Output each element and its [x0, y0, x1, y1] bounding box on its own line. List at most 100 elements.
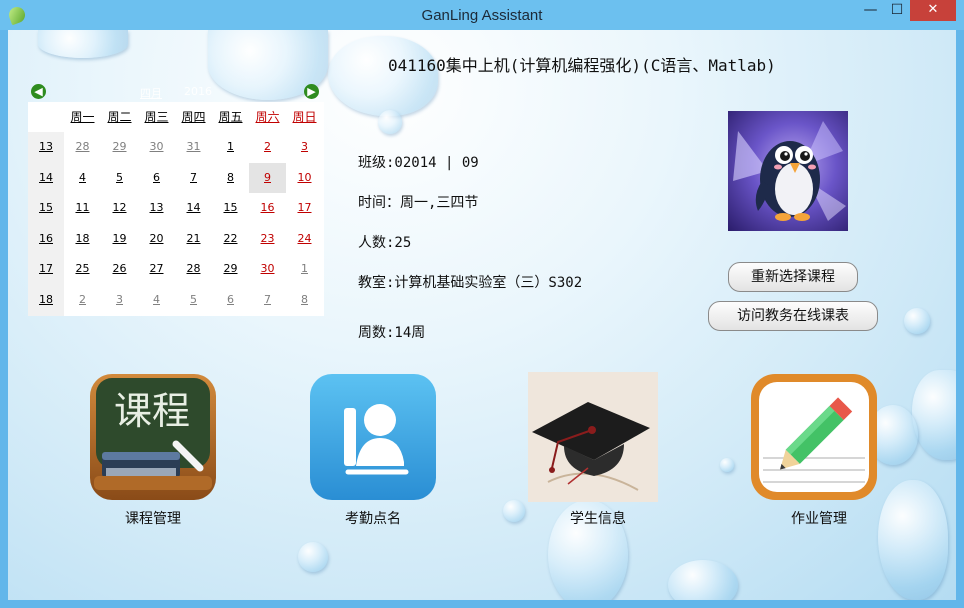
calendar-day[interactable]: 6 — [138, 163, 175, 193]
minimize-button[interactable]: — — [857, 0, 884, 21]
calendar-day[interactable]: 30 — [249, 254, 286, 284]
water-drop-decoration — [912, 370, 956, 460]
calendar-day[interactable]: 28 — [64, 132, 101, 162]
calendar-day[interactable]: 12 — [101, 193, 138, 223]
weeks-info: 周数:14周 — [358, 325, 426, 341]
calendar-day[interactable]: 5 — [101, 163, 138, 193]
calendar-day[interactable]: 3 — [286, 132, 323, 162]
calendar-day[interactable]: 29 — [101, 132, 138, 162]
calendar-day[interactable]: 24 — [286, 224, 323, 254]
water-drop-decoration — [378, 110, 402, 134]
calendar-month[interactable]: 四月 — [140, 85, 162, 101]
course-management-label[interactable]: 课程管理 — [83, 508, 223, 528]
window-title: GanLing Assistant — [421, 7, 543, 24]
calendar-day[interactable]: 13 — [138, 193, 175, 223]
calendar-day[interactable]: 31 — [175, 132, 212, 162]
week-number: 13 — [39, 140, 53, 153]
graduation-cap-icon — [528, 372, 658, 502]
weekday-header: 周五 — [218, 110, 243, 124]
calendar-day[interactable]: 2 — [249, 132, 286, 162]
water-drop-decoration — [904, 308, 930, 334]
calendar-day[interactable]: 28 — [175, 254, 212, 284]
calendar-day[interactable]: 4 — [138, 285, 175, 315]
water-drop-decoration — [298, 542, 328, 572]
chalkboard-icon: 课程 — [90, 374, 216, 500]
calendar-day[interactable]: 20 — [138, 224, 175, 254]
calendar-day[interactable]: 7 — [249, 285, 286, 315]
avatar[interactable] — [728, 111, 848, 231]
calendar-day[interactable]: 17 — [286, 193, 323, 223]
calendar-day[interactable]: 3 — [101, 285, 138, 315]
water-drop-decoration — [878, 480, 948, 600]
calendar-day[interactable]: 21 — [175, 224, 212, 254]
water-drop-decoration — [668, 560, 738, 600]
calendar-year[interactable]: 2016 — [184, 85, 212, 98]
water-drop-decoration — [503, 500, 525, 522]
attendance-user-icon — [310, 374, 436, 500]
weekday-header: 周一 — [70, 110, 95, 124]
calendar-day[interactable]: 18 — [64, 224, 101, 254]
maximize-button[interactable]: ☐ — [884, 0, 910, 21]
week-number: 15 — [39, 201, 53, 215]
pencil-notepad-icon — [751, 374, 877, 500]
calendar-day[interactable]: 7 — [175, 163, 212, 193]
calendar-day[interactable]: 1 — [212, 132, 249, 162]
calendar-day[interactable]: 4 — [64, 163, 101, 193]
water-drop-decoration — [328, 36, 438, 116]
homework-tile[interactable] — [749, 372, 879, 502]
calendar-header: ◀ 四月 2016 ▶ — [28, 82, 324, 102]
online-schedule-button[interactable]: 访问教务在线课表 — [708, 301, 878, 331]
water-drop-decoration — [38, 30, 128, 58]
attendance-tile[interactable] — [308, 372, 438, 502]
weekday-header: 周四 — [181, 110, 206, 124]
classroom-info: 教室:计算机基础实验室（三）S302 — [358, 275, 583, 291]
calendar-day[interactable]: 8 — [286, 285, 323, 315]
calendar-day[interactable]: 5 — [175, 285, 212, 315]
attendance-label[interactable]: 考勤点名 — [303, 508, 443, 528]
month-calendar[interactable]: 周一 周二 周三 周四 周五 周六 周日 13 28 29 30 31 1 2 3 14 4 5 6 7 8 9 10 15 1… — [28, 102, 324, 316]
weekday-header: 周六 — [255, 110, 280, 124]
week-number: 14 — [39, 170, 53, 184]
calendar-day[interactable]: 8 — [212, 163, 249, 193]
calendar-day[interactable]: 26 — [101, 254, 138, 284]
calendar-day[interactable]: 1 — [286, 254, 323, 284]
calendar-day[interactable]: 19 — [101, 224, 138, 254]
calendar-day[interactable]: 23 — [249, 224, 286, 254]
weekday-header: 周日 — [292, 110, 317, 124]
calendar-day[interactable]: 16 — [249, 193, 286, 223]
calendar-day[interactable]: 14 — [175, 193, 212, 223]
week-number: 16 — [39, 231, 53, 245]
calendar-prev-month-button[interactable]: ◀ — [31, 84, 46, 99]
calendar-day[interactable]: 6 — [212, 285, 249, 315]
main-panel: 041160集中上机(计算机编程强化)(C语言、Matlab) ◀ 四月 201… — [8, 30, 956, 600]
reselect-course-button[interactable]: 重新选择课程 — [728, 262, 858, 292]
calendar-day[interactable]: 9 — [249, 162, 286, 193]
weekday-header: 周三 — [144, 110, 169, 124]
weekday-header: 周二 — [107, 110, 132, 124]
penguin-avatar-icon — [733, 121, 846, 221]
homework-label[interactable]: 作业管理 — [749, 508, 889, 528]
calendar-day[interactable]: 11 — [64, 193, 101, 223]
calendar-day[interactable]: 29 — [212, 254, 249, 284]
course-title: 041160集中上机(计算机编程强化)(C语言、Matlab) — [388, 56, 776, 75]
week-number: 17 — [39, 262, 53, 276]
class-info: 班级:02014 | 09 — [358, 155, 479, 171]
calendar-day[interactable]: 10 — [286, 163, 323, 193]
time-info: 时间：周一,三四节 — [358, 195, 479, 211]
student-info-tile[interactable] — [528, 372, 658, 502]
calendar-day[interactable]: 2 — [64, 285, 101, 315]
water-drop-decoration — [720, 458, 734, 472]
close-button[interactable]: ✕ — [910, 0, 956, 21]
student-info-label[interactable]: 学生信息 — [528, 508, 668, 528]
calendar-day[interactable]: 22 — [212, 224, 249, 254]
week-number: 18 — [39, 293, 53, 306]
student-count-info: 人数:25 — [358, 235, 412, 251]
calendar-day[interactable]: 15 — [212, 193, 249, 223]
calendar-day[interactable]: 27 — [138, 254, 175, 284]
calendar-day[interactable]: 25 — [64, 254, 101, 284]
title-bar[interactable]: GanLing Assistant — ☐ ✕ — [0, 0, 964, 30]
course-management-tile[interactable]: 课程 — [88, 372, 218, 502]
svg-text:课程: 课程 — [114, 389, 190, 433]
calendar-next-month-button[interactable]: ▶ — [304, 84, 319, 99]
calendar-day[interactable]: 30 — [138, 132, 175, 162]
